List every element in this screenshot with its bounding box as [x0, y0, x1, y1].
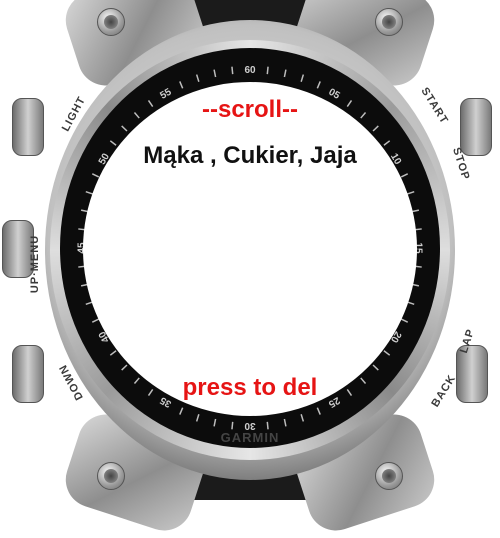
bezel-tick — [283, 69, 287, 78]
bezel-tick — [383, 350, 391, 356]
bezel-tick — [411, 209, 420, 213]
bezel-tick — [300, 414, 305, 422]
bezel-number: 60 — [244, 65, 256, 76]
bezel-tick — [407, 301, 415, 306]
screw-icon — [97, 8, 125, 36]
bezel-tick — [372, 125, 379, 132]
screw-icon — [97, 462, 125, 490]
screw-icon — [375, 8, 403, 36]
bezel-tick — [213, 418, 217, 427]
bezel-tick — [316, 81, 321, 89]
bezel-tick — [195, 414, 200, 422]
bezel-tick — [195, 74, 200, 82]
bezel-tick — [121, 125, 128, 132]
bezel-tick — [407, 190, 415, 195]
bezel-tick — [372, 364, 379, 371]
list-item-text[interactable]: Mąka , Cukier, Jaja — [0, 142, 500, 170]
bezel-tick — [266, 421, 269, 430]
bezel-tick — [109, 350, 117, 356]
bezel-tick — [231, 66, 234, 75]
screw-icon — [375, 462, 403, 490]
bezel-tick — [266, 66, 269, 75]
bezel-tick — [231, 421, 234, 430]
watch-screen[interactable] — [83, 82, 417, 416]
up-menu-label: UP·MENU — [29, 234, 42, 294]
bezel-tick — [121, 364, 128, 371]
delete-action-button[interactable]: press to del — [0, 374, 500, 402]
bezel-tick — [316, 407, 321, 415]
bezel-tick — [400, 318, 409, 323]
bezel-tick — [91, 173, 100, 178]
bezel-tick — [300, 74, 305, 82]
bezel-tick — [179, 81, 184, 89]
brand-logo-text: GARMIN — [220, 430, 280, 445]
bezel-tick — [400, 173, 409, 178]
bezel-tick — [283, 418, 287, 427]
bezel-tick — [179, 407, 184, 415]
scroll-header: --scroll-- — [202, 96, 298, 123]
bezel-tick — [213, 69, 217, 78]
